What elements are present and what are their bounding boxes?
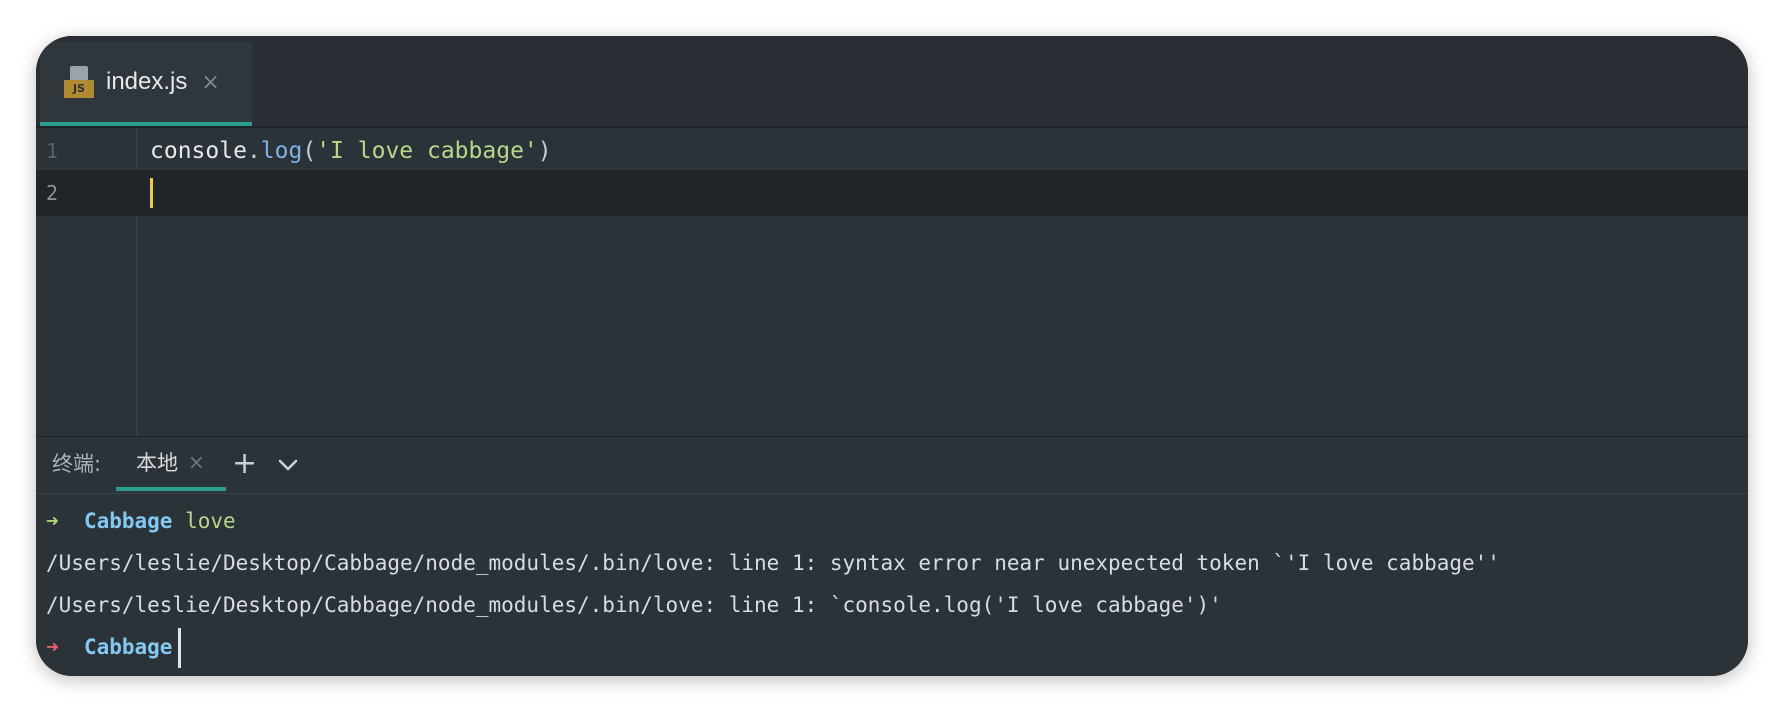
close-tab-icon[interactable]: × <box>201 70 219 95</box>
code-editor[interactable]: 1 console.log('I love cabbage') 2 <box>36 128 1748 436</box>
line-number: 1 <box>46 139 59 163</box>
terminal-tool-header: 终端: 本地 × + <box>36 436 1748 494</box>
token-console: console <box>150 138 247 164</box>
editor-tab-bar: JS index.js × <box>36 36 1748 128</box>
close-terminal-tab-icon[interactable]: × <box>188 450 205 474</box>
tab-index-js[interactable]: JS index.js × <box>40 42 252 126</box>
text-caret <box>150 178 153 208</box>
token-log: log <box>260 138 303 164</box>
javascript-file-icon: JS <box>64 66 94 98</box>
terminal-output[interactable]: ➜ Cabbage love /Users/leslie/Desktop/Cab… <box>36 494 1748 676</box>
terminal-tab-title: 本地 <box>136 451 178 475</box>
new-terminal-plus-icon[interactable]: + <box>232 437 257 491</box>
prompt-command: love <box>185 509 236 533</box>
prompt-arrow-success: ➜ <box>46 509 59 533</box>
prompt-directory: Cabbage <box>83 635 173 659</box>
terminal-label: 终端: <box>52 452 102 476</box>
code-line-1[interactable]: 1 console.log('I love cabbage') <box>36 128 1748 174</box>
ide-window: JS index.js × 1 console.log('I love cabb… <box>36 36 1748 676</box>
terminal-tab-local[interactable]: 本地 × <box>116 437 226 491</box>
terminal-line-3: /Users/leslie/Desktop/Cabbage/node_modul… <box>46 593 1222 617</box>
line-number: 2 <box>46 181 59 205</box>
token-string: 'I love cabbage' <box>316 138 538 164</box>
token-dot: . <box>246 138 261 164</box>
terminal-line-4[interactable]: ➜ Cabbage <box>46 626 182 668</box>
terminal-line-2: /Users/leslie/Desktop/Cabbage/node_modul… <box>46 551 1500 575</box>
chevron-down-icon[interactable] <box>276 453 300 477</box>
terminal-line-1: ➜ Cabbage love <box>46 500 236 542</box>
js-badge: JS <box>64 80 94 98</box>
prompt-directory: Cabbage <box>83 509 173 533</box>
code-text: console.log('I love cabbage') <box>150 128 552 174</box>
code-line-2[interactable]: 2 <box>36 170 1748 216</box>
prompt-arrow-error: ➜ <box>46 635 59 659</box>
terminal-cursor <box>178 628 182 668</box>
tab-title: index.js <box>106 68 188 95</box>
token-open-paren: ( <box>302 138 317 164</box>
token-close-paren: ) <box>537 138 552 164</box>
